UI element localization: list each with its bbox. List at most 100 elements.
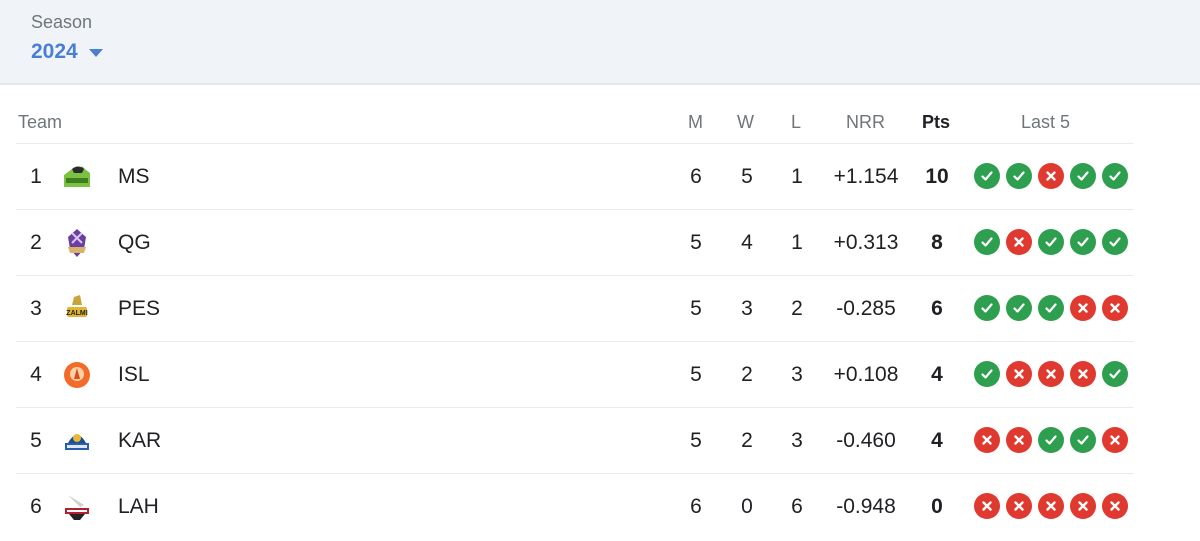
rank: 2 (30, 231, 42, 254)
quetta-gladiators-logo (60, 227, 94, 259)
net-run-rate: +1.154 (833, 165, 899, 188)
win-check-icon (974, 229, 1000, 255)
matches-won: 0 (741, 495, 753, 518)
table-row[interactable]: 5 KAR 5 2 3 -0.460 4 (16, 408, 1134, 474)
loss-cross-icon (1070, 361, 1096, 387)
points: 4 (931, 363, 943, 386)
islamabad-united-logo (60, 359, 94, 391)
matches-won: 2 (741, 429, 753, 452)
loss-cross-icon (1038, 361, 1064, 387)
team-name[interactable]: LAH (118, 495, 159, 519)
loss-cross-icon (974, 493, 1000, 519)
last-5-results (974, 163, 1128, 189)
matches-played: 6 (690, 495, 702, 518)
loss-cross-icon (1070, 493, 1096, 519)
matches-lost: 2 (791, 297, 803, 320)
season-dropdown[interactable]: 2024 (31, 40, 103, 64)
header-team: Team (18, 112, 63, 132)
matches-won: 5 (741, 165, 753, 188)
rank: 6 (30, 495, 42, 518)
loss-cross-icon (1006, 493, 1032, 519)
team-name[interactable]: PES (118, 297, 160, 321)
win-check-icon (1102, 361, 1128, 387)
win-check-icon (974, 163, 1000, 189)
rank: 1 (30, 165, 42, 188)
net-run-rate: -0.460 (836, 429, 896, 452)
team-name[interactable]: KAR (118, 429, 161, 453)
win-check-icon (1038, 427, 1064, 453)
loss-cross-icon (1102, 295, 1128, 321)
table-row[interactable]: 3 ZALMI PES 5 3 2 -0.285 6 (16, 276, 1134, 342)
loss-cross-icon (1006, 361, 1032, 387)
team-name[interactable]: MS (118, 165, 150, 189)
win-check-icon (1006, 295, 1032, 321)
win-check-icon (1102, 163, 1128, 189)
net-run-rate: -0.285 (836, 297, 896, 320)
win-check-icon (974, 361, 1000, 387)
season-label: Season (31, 12, 93, 32)
header-won: W (737, 112, 754, 132)
net-run-rate: +0.108 (833, 363, 899, 386)
rank: 3 (30, 297, 42, 320)
matches-lost: 6 (791, 495, 803, 518)
points: 0 (931, 495, 943, 518)
win-check-icon (1038, 229, 1064, 255)
points: 4 (931, 429, 943, 452)
win-check-icon (974, 295, 1000, 321)
team-name[interactable]: QG (118, 231, 151, 255)
caret-down-icon (88, 49, 103, 57)
points: 8 (931, 231, 943, 254)
lahore-qalandars-logo (60, 491, 94, 523)
matches-played: 5 (690, 429, 702, 452)
matches-played: 5 (690, 363, 702, 386)
win-check-icon (1006, 163, 1032, 189)
win-check-icon (1102, 229, 1128, 255)
net-run-rate: +0.313 (833, 231, 899, 254)
last-5-results (974, 295, 1128, 321)
header-lost: L (791, 112, 802, 132)
table-body: 1 MS 6 5 1 +1.154 10 2 QG 5 4 1 +0.313 8… (0, 144, 1134, 540)
last-5-results (974, 361, 1128, 387)
points: 6 (931, 297, 943, 320)
loss-cross-icon (1102, 427, 1128, 453)
win-check-icon (1070, 427, 1096, 453)
net-run-rate: -0.948 (836, 495, 896, 518)
standings-table: Team M W L NRR Pts Last 5 1 MS 6 5 1 +1.… (0, 100, 1134, 540)
team-name[interactable]: ISL (118, 363, 150, 387)
last-5-results (974, 493, 1128, 519)
matches-won: 3 (741, 297, 753, 320)
loss-cross-icon (1006, 229, 1032, 255)
rank: 4 (30, 363, 42, 386)
table-row[interactable]: 2 QG 5 4 1 +0.313 8 (16, 210, 1134, 276)
matches-lost: 1 (791, 231, 803, 254)
win-check-icon (1070, 229, 1096, 255)
loss-cross-icon (1006, 427, 1032, 453)
table-row[interactable]: 6 LAH 6 0 6 -0.948 0 (16, 474, 1134, 540)
karachi-kings-logo (60, 425, 94, 457)
loss-cross-icon (1102, 493, 1128, 519)
header-last5: Last 5 (1021, 112, 1071, 132)
win-check-icon (1038, 295, 1064, 321)
header-nrr: NRR (846, 112, 885, 132)
table-row[interactable]: 1 MS 6 5 1 +1.154 10 (16, 144, 1134, 210)
matches-won: 2 (741, 363, 753, 386)
season-bar: Season 2024 (0, 0, 1200, 85)
loss-cross-icon (974, 427, 1000, 453)
matches-played: 5 (690, 297, 702, 320)
loss-cross-icon (1070, 295, 1096, 321)
season-selected-value: 2024 (31, 40, 78, 63)
table-header: Team M W L NRR Pts Last 5 (16, 100, 1134, 144)
svg-text:ZALMI: ZALMI (66, 310, 87, 317)
rank: 5 (30, 429, 42, 452)
peshawar-zalmi-logo: ZALMI (60, 293, 94, 325)
loss-cross-icon (1038, 493, 1064, 519)
header-matches: M (688, 112, 703, 132)
last-5-results (974, 427, 1128, 453)
points: 10 (925, 165, 949, 188)
table-row[interactable]: 4 ISL 5 2 3 +0.108 4 (16, 342, 1134, 408)
loss-cross-icon (1038, 163, 1064, 189)
matches-played: 6 (690, 165, 702, 188)
matches-won: 4 (741, 231, 753, 254)
matches-lost: 1 (791, 165, 803, 188)
last-5-results (974, 229, 1128, 255)
